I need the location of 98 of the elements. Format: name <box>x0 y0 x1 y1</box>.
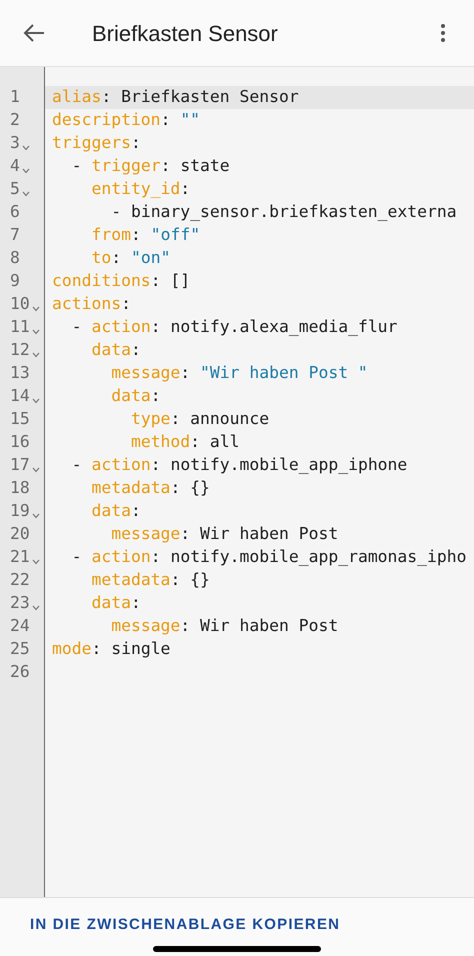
code-text: : <box>111 247 122 270</box>
yaml-key: action <box>92 315 151 340</box>
fold-chevron-icon[interactable] <box>32 604 40 610</box>
yaml-key: method <box>130 430 190 455</box>
code-text: : {} <box>170 569 210 592</box>
fold-chevron-icon[interactable] <box>22 190 30 196</box>
yaml-key: triggers <box>52 131 131 156</box>
line-number: 24 <box>10 615 30 638</box>
code-text: : single <box>91 638 170 660</box>
fold-chevron-icon[interactable] <box>32 398 40 404</box>
line-number: 7 <box>10 224 20 246</box>
code-text: - <box>72 155 83 178</box>
page-title: Briefkasten Sensor <box>92 20 278 48</box>
line-number: 3 <box>10 132 20 154</box>
yaml-key: data <box>111 384 151 409</box>
code-text: : <box>180 178 190 200</box>
yaml-key: action <box>92 545 151 570</box>
code-text: : <box>130 132 141 154</box>
line-number: 20 <box>10 523 30 546</box>
line-number: 12 <box>10 339 30 362</box>
line-number: 16 <box>10 431 30 454</box>
yaml-key: data <box>91 499 131 524</box>
yaml-string: "Wir haben Post " <box>200 362 368 384</box>
code-text: : <box>130 224 142 246</box>
code-text: : notify.mobile_app_ramonas_ipho <box>150 546 466 568</box>
line-number: 23 <box>10 592 30 614</box>
code-text: : <box>130 339 141 362</box>
more-options-icon[interactable] <box>438 21 448 45</box>
yaml-key: conditions <box>52 269 151 294</box>
code-text: : Wir haben Post <box>180 523 338 546</box>
yaml-key: to <box>91 246 112 271</box>
fold-chevron-icon[interactable] <box>32 558 40 564</box>
fold-chevron-icon[interactable] <box>32 306 40 312</box>
code-text: : <box>160 109 172 132</box>
line-number: 8 <box>10 247 20 270</box>
code-text: : <box>121 293 131 316</box>
code-text: : <box>130 592 141 614</box>
fold-chevron-icon[interactable] <box>32 352 40 358</box>
yaml-key: metadata <box>91 568 170 593</box>
line-number: 14 <box>10 385 30 408</box>
yaml-key: message <box>111 361 180 386</box>
yaml-string: "" <box>180 109 200 132</box>
line-number: 1 <box>10 86 20 108</box>
line-number: 13 <box>10 362 30 384</box>
code-text: - <box>72 454 83 476</box>
yaml-key: type <box>130 407 170 432</box>
line-number: 25 <box>10 638 30 660</box>
line-number: 26 <box>10 661 30 684</box>
code-text: : Wir haben Post <box>180 615 338 638</box>
line-number: 17 <box>10 454 30 476</box>
line-number: 5 <box>10 178 20 200</box>
yaml-key: data <box>91 591 131 616</box>
code-text: - binary_sensor.briefkasten_externa <box>111 201 457 224</box>
code-text: : <box>150 385 161 408</box>
code-text: : <box>130 500 141 522</box>
line-number: 2 <box>10 109 20 132</box>
code-text: : state <box>160 155 230 178</box>
yaml-key: message <box>111 522 180 547</box>
code-text: - <box>72 316 83 338</box>
fold-chevron-icon[interactable] <box>32 328 40 334</box>
code-text: - <box>72 546 83 568</box>
code-text: : notify.mobile_app_iphone <box>150 454 408 476</box>
line-number: 11 <box>10 316 30 338</box>
fold-chevron-icon[interactable] <box>32 512 40 518</box>
yaml-key: data <box>91 338 131 363</box>
code-editor[interactable] <box>0 67 474 897</box>
line-number: 4 <box>10 155 20 178</box>
line-number: 19 <box>10 500 30 522</box>
fold-chevron-icon[interactable] <box>22 144 30 150</box>
yaml-string: "off" <box>150 224 200 246</box>
line-number: 10 <box>10 293 30 316</box>
code-text: : [] <box>150 270 190 292</box>
yaml-key: actions <box>52 292 122 317</box>
code-text: : {} <box>170 477 210 500</box>
fold-chevron-icon[interactable] <box>22 168 30 174</box>
code-text: : <box>180 362 192 384</box>
line-number: 21 <box>10 546 30 568</box>
yaml-key: mode <box>52 637 92 662</box>
yaml-key: message <box>111 614 180 639</box>
line-number: 9 <box>10 270 20 292</box>
code-text: : notify.alexa_media_flur <box>150 316 398 338</box>
copy-to-clipboard-button[interactable]: IN DIE ZWISCHENABLAGE KOPIEREN <box>18 908 352 942</box>
yaml-key: metadata <box>91 476 170 501</box>
yaml-key: action <box>92 453 151 478</box>
yaml-key: alias <box>52 85 102 110</box>
line-number: 22 <box>10 569 30 592</box>
line-number: 18 <box>10 477 30 500</box>
line-number: 6 <box>10 201 20 224</box>
line-number: 15 <box>10 408 30 430</box>
yaml-key: entity_id <box>91 177 180 202</box>
yaml-string: "on" <box>130 247 170 270</box>
yaml-key: from <box>91 223 131 248</box>
code-text: : Briefkasten Sensor <box>101 86 299 108</box>
fold-chevron-icon[interactable] <box>32 466 40 472</box>
yaml-key: trigger <box>92 154 161 179</box>
code-text: : announce <box>170 408 270 430</box>
yaml-key: description <box>52 108 161 133</box>
code-text: : all <box>190 431 240 454</box>
